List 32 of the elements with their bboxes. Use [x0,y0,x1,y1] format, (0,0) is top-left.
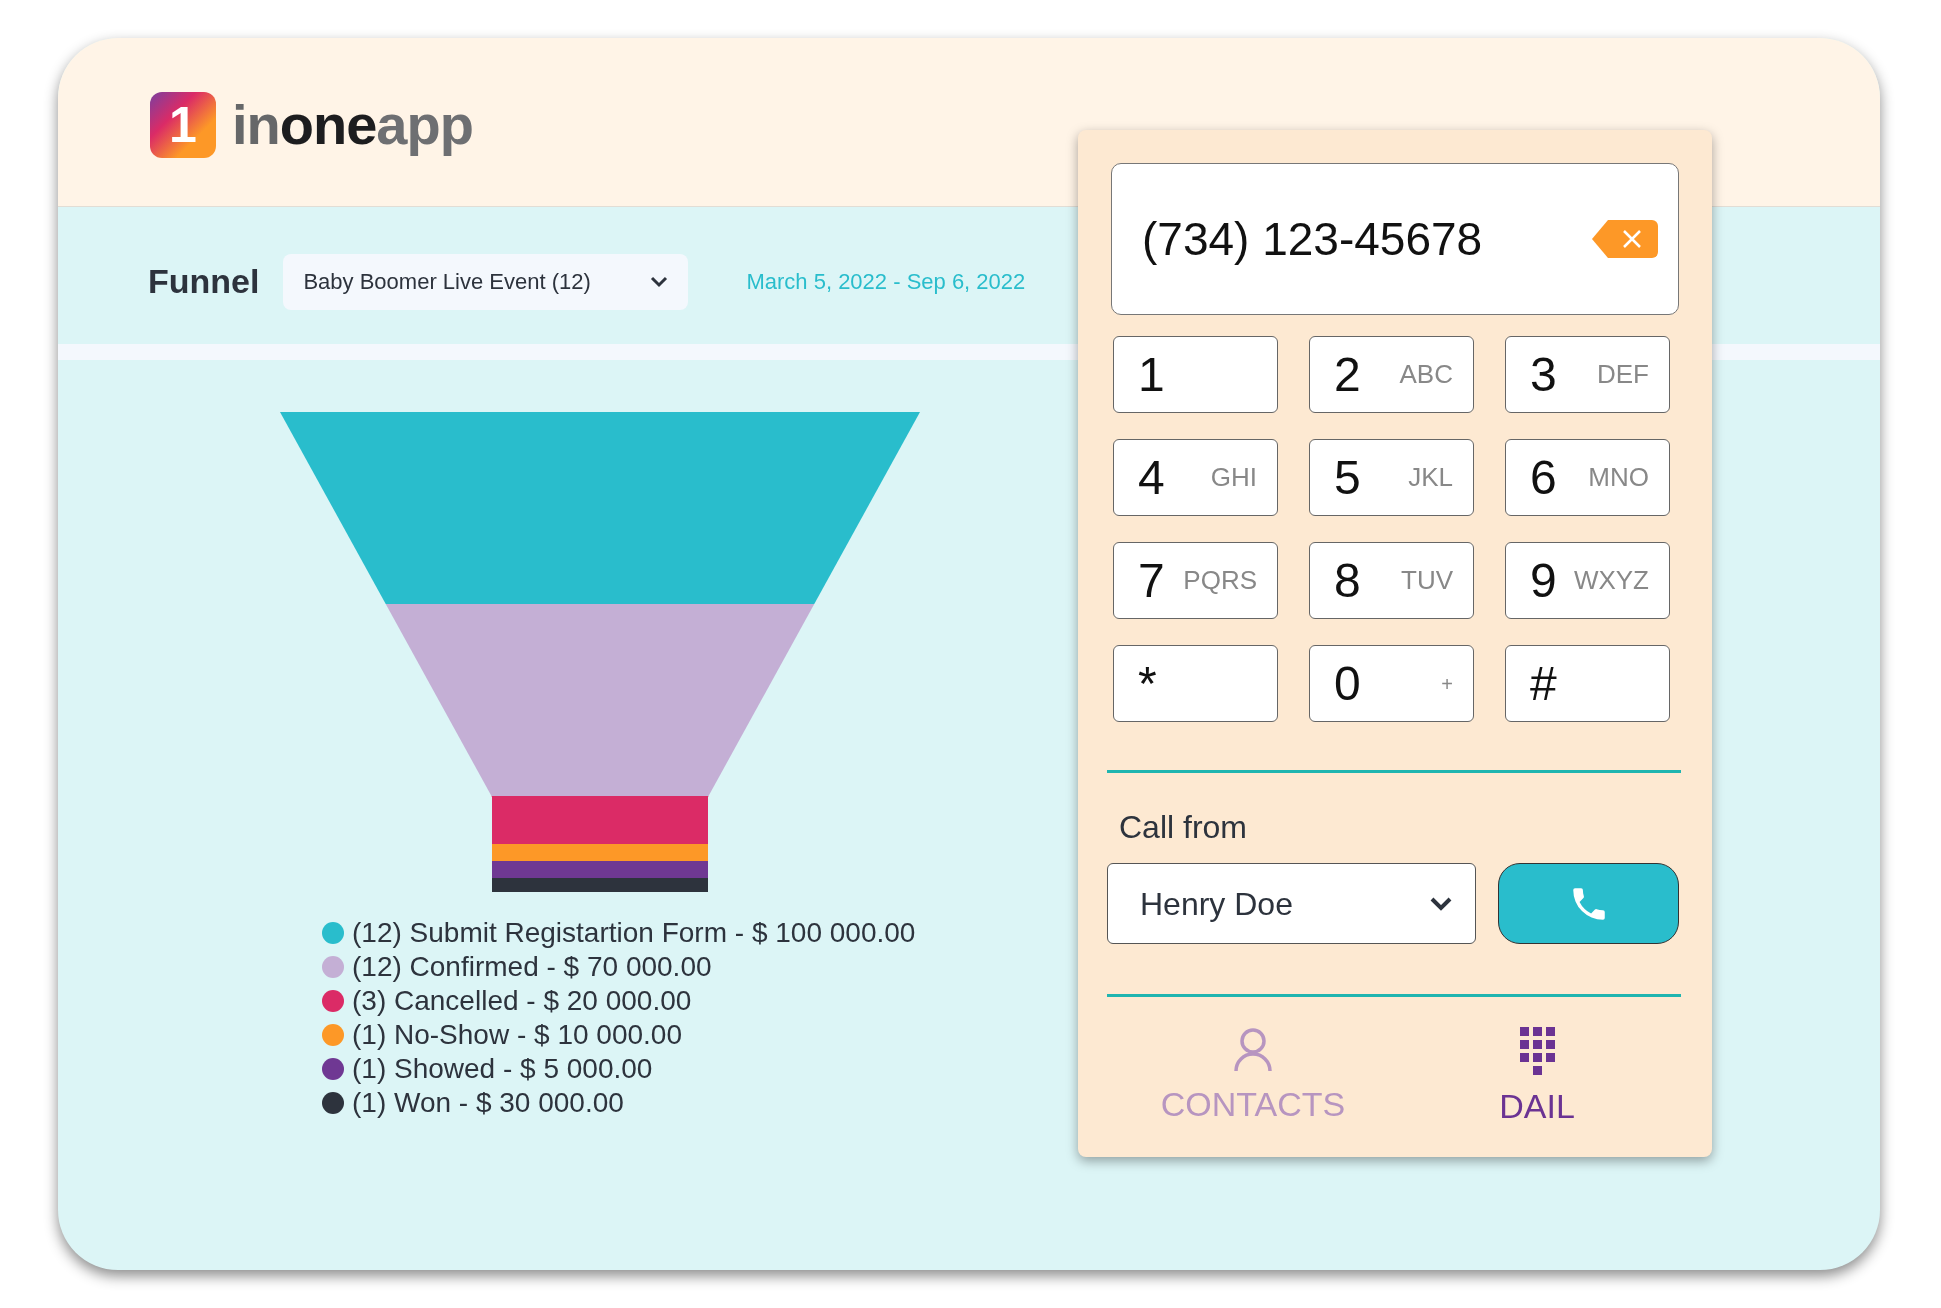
keypad-key[interactable]: 8 TUV [1309,542,1474,619]
keypad-key[interactable]: 1 [1113,336,1278,413]
keypad-key[interactable]: 5 JKL [1309,439,1474,516]
logo-name: inoneapp [232,92,473,158]
call-from-select[interactable]: Henry Doe [1107,863,1477,944]
keypad-key[interactable]: * [1113,645,1278,722]
keypad-key[interactable]: 2 ABC [1309,336,1474,413]
person-icon [1233,1027,1273,1073]
phone-number-field[interactable]: (734) 123-45678 [1111,163,1679,315]
keypad-key[interactable]: # [1505,645,1670,722]
legend-label: (12) Submit Registartion Form - $ 100 000.00 [352,916,916,950]
keypad-icon [1519,1027,1555,1075]
keypad-key[interactable]: 4 GHI [1113,439,1278,516]
call-button[interactable] [1498,863,1679,944]
legend-label: (3) Cancelled - $ 20 000.00 [352,984,692,1018]
funnel-title: Funnel [148,261,260,302]
keypad-key[interactable]: 7 PQRS [1113,542,1278,619]
keypad-key[interactable]: 9 WXYZ [1505,542,1670,619]
call-from-label: Call from [1119,808,1248,847]
chevron-down-icon [1429,895,1454,912]
date-range: March 5, 2022 - Sep 6, 2022 [746,268,1026,296]
legend-label: (1) Showed - $ 5 000.00 [352,1052,653,1086]
funnel-select[interactable]: Baby Boomer Live Event (12) [283,253,689,310]
keypad-key[interactable]: 3 DEF [1505,336,1670,413]
keypad-key[interactable]: 0 + [1309,645,1474,722]
legend-label: (1) No-Show - $ 10 000.00 [352,1018,682,1052]
legend-label: (12) Confirmed - $ 70 000.00 [352,950,712,984]
chevron-down-icon [650,275,669,288]
logo-mark: 1 [150,92,216,158]
legend-label: (1) Won - $ 30 000.00 [352,1086,624,1120]
keypad-key[interactable]: 6 MNO [1505,439,1670,516]
tab[interactable]: DAIL [1395,1027,1679,1132]
